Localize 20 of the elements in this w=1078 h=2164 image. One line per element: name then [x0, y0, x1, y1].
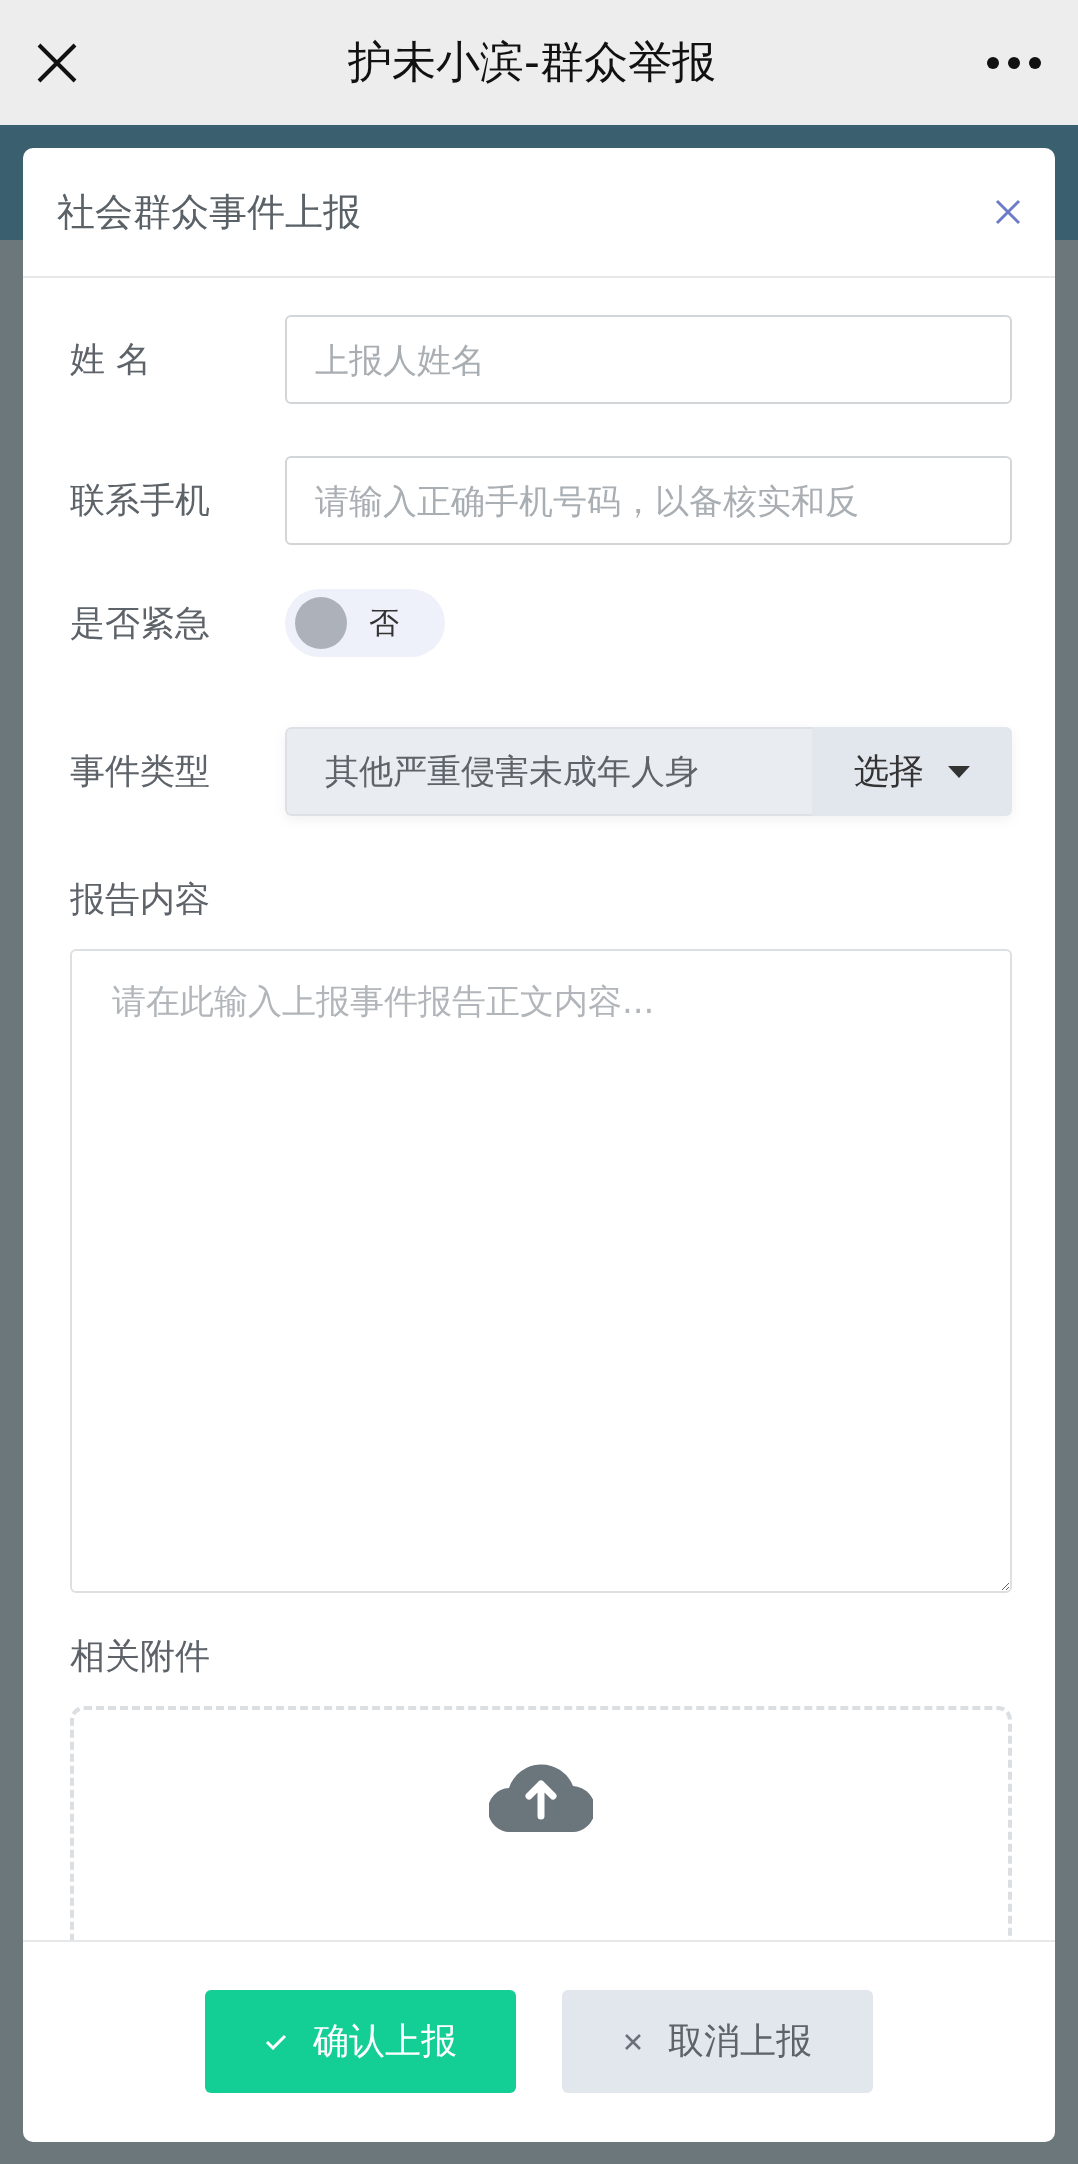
caret-icon — [948, 765, 970, 778]
input-field[interactable]: 请输入正确手机号码，以备核实和反 — [285, 456, 1012, 545]
check-icon — [264, 2033, 287, 2050]
input-field[interactable]: 上报人姓名 — [285, 315, 1012, 404]
more-icon[interactable] — [986, 55, 1042, 70]
select-value: 其他严重侵害未成年人身 — [285, 727, 812, 816]
close-icon — [623, 2032, 642, 2051]
select-button[interactable]: 选择 — [812, 727, 1012, 816]
close-icon[interactable] — [36, 41, 78, 84]
field-label: 姓 名 — [70, 338, 153, 381]
field-label: 是否紧急 — [70, 601, 211, 645]
field-label: 相关附件 — [70, 1635, 211, 1678]
field-label: 报告内容 — [70, 878, 211, 921]
report-textarea[interactable]: 请在此输入上报事件报告正文内容... — [70, 949, 1012, 1593]
field-label: 事件类型 — [70, 750, 211, 793]
cancel-button[interactable]: 取消上报 — [562, 1990, 873, 2093]
page-title: 护未小滨-群众举报 — [348, 35, 716, 89]
dialog-title: 社会群众事件上报 — [57, 188, 361, 236]
field-label: 联系手机 — [70, 479, 211, 522]
toggle-switch[interactable]: 否 — [285, 589, 445, 657]
